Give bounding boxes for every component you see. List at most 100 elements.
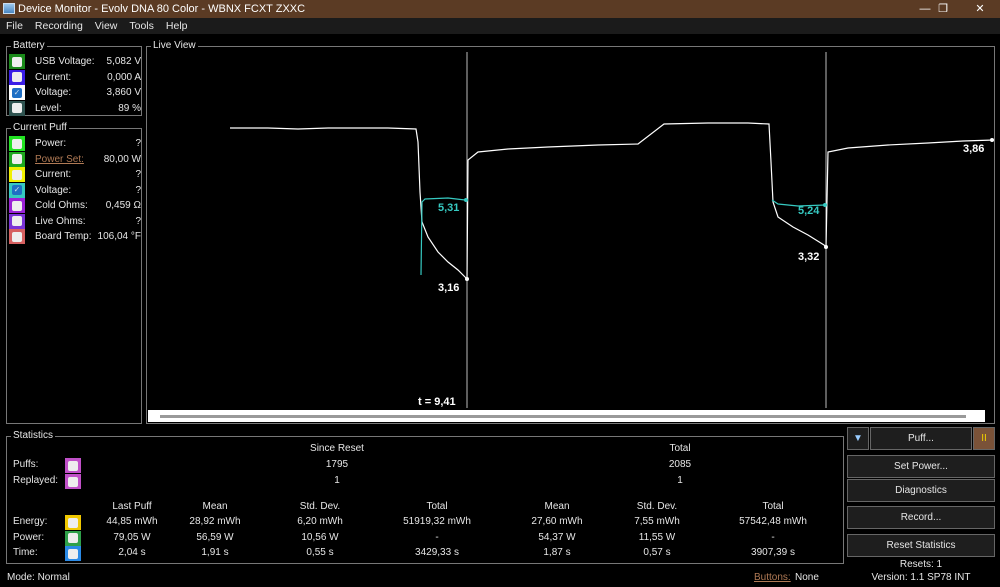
menu-tools[interactable]: Tools (123, 18, 160, 34)
replayed-color-swatch (65, 474, 81, 489)
stat-value: 3429,33 s (415, 547, 459, 558)
row-voltage: ✓ Voltage: 3,860 V (9, 85, 141, 100)
stat-value: 57542,48 mWh (739, 516, 807, 527)
row-power: Power:? (9, 136, 141, 151)
series-checkbox[interactable]: ✓ (12, 185, 22, 195)
row-level: Level: 89 % (9, 100, 141, 116)
row-label: Level: (35, 102, 62, 114)
since-reset-header: Since Reset (310, 443, 364, 454)
pin-icon: ▼ (853, 433, 863, 444)
stat-value: - (771, 531, 775, 543)
puff-voltage-label-2: 5,24 (798, 205, 820, 217)
stat-checkbox[interactable] (68, 548, 78, 559)
record-button[interactable]: Record... (847, 506, 995, 529)
puffs-color-swatch (65, 458, 81, 473)
column-header: Mean (544, 501, 570, 512)
stat-color-swatch (65, 546, 81, 561)
voltage-current-label: 3,86 (963, 143, 985, 155)
set-power-button[interactable]: Set Power... (847, 455, 995, 478)
stat-row-label: Energy: (13, 516, 48, 527)
title-bar: Device Monitor - Evolv DNA 80 Color - WB… (0, 0, 1000, 18)
replayed-since-reset: 1 (334, 475, 340, 486)
row-value: ? (135, 138, 141, 149)
series-checkbox[interactable]: ✓ (12, 87, 22, 98)
stat-color-swatch (65, 515, 81, 530)
series-checkbox[interactable] (12, 72, 22, 82)
voltage-min-label: 3,16 (438, 282, 460, 294)
series-color-swatch (9, 198, 25, 213)
stat-value: 0,57 s (643, 547, 671, 558)
reset-statistics-button[interactable]: Reset Statistics (847, 534, 995, 557)
row-label: Current: (35, 169, 72, 180)
stat-value: 28,92 mWh (189, 516, 241, 527)
close-button[interactable]: ✕ (965, 0, 995, 18)
row-label: Board Temp: (35, 231, 92, 242)
row-value: 0,000 A (107, 71, 141, 83)
resets-count: Resets: 1 (899, 559, 943, 570)
horizontal-scrollbar[interactable] (148, 410, 985, 422)
series-checkbox[interactable] (12, 216, 22, 226)
series-checkbox[interactable] (12, 231, 22, 242)
puffs-since-reset: 1795 (325, 459, 349, 470)
row-label: USB Voltage: (35, 56, 95, 67)
series-checkbox[interactable] (12, 169, 22, 180)
series-color-swatch: ✓ (9, 85, 25, 100)
row-label: Cold Ohms: (35, 200, 88, 211)
pin-button[interactable]: ▼ (847, 427, 869, 450)
menu-view[interactable]: View (89, 18, 124, 34)
row-label: Live Ohms: (35, 215, 86, 227)
pause-button[interactable]: II (973, 427, 995, 450)
statistics-label: Statistics (11, 430, 56, 441)
puffs-label: Puffs: (13, 459, 39, 470)
mode-status: Mode: Normal (7, 572, 70, 583)
puffs-checkbox[interactable] (68, 460, 78, 471)
cursor-time-label: t = 9,41 (418, 396, 456, 408)
replayed-checkbox[interactable] (68, 476, 78, 487)
replayed-total: 1 (677, 475, 683, 486)
stat-checkbox[interactable] (68, 533, 78, 543)
row-label: Voltage: (35, 184, 72, 196)
series-checkbox[interactable] (12, 56, 22, 67)
live-view-plot[interactable]: 5,31 3,16 5,24 3,32 3,86 t = 9,41 (148, 52, 994, 408)
row-voltage: ✓ Voltage:? (9, 182, 141, 198)
puff-voltage-label: 5,31 (438, 202, 460, 214)
puffs-total: 2085 (668, 459, 692, 470)
current-puff-label: Current Puff (11, 122, 69, 133)
buttons-link[interactable]: Buttons: (754, 572, 791, 583)
menu-recording[interactable]: Recording (29, 18, 89, 34)
menu-file[interactable]: File (0, 18, 29, 34)
version-label: Version: 1.1 SP78 INT (871, 572, 971, 583)
series-color-swatch (9, 151, 25, 167)
puff-button[interactable]: Puff... (870, 427, 972, 450)
row-current: Current: 0,000 A (9, 69, 141, 85)
row-value: ? (135, 215, 141, 227)
row-value: 106,04 °F (97, 231, 141, 242)
buttons-value: None (795, 572, 819, 583)
row-label[interactable]: Power Set: (35, 154, 104, 165)
diagnostics-button[interactable]: Diagnostics (847, 479, 995, 502)
stat-value: 1,91 s (201, 547, 229, 558)
series-checkbox[interactable] (12, 154, 22, 164)
stat-color-swatch (65, 530, 81, 546)
series-color-swatch (9, 136, 25, 151)
total-header: Total (669, 443, 691, 454)
series-checkbox[interactable] (12, 200, 22, 211)
row-board-temp: Board Temp: 106,04 °F (9, 229, 141, 244)
row-usb-voltage: USB Voltage: 5,082 V (9, 54, 141, 69)
stat-checkbox[interactable] (68, 517, 78, 528)
row-value: ? (135, 184, 141, 196)
menu-help[interactable]: Help (160, 18, 194, 34)
stat-value: - (435, 531, 439, 543)
menu-bar: File Recording View Tools Help (0, 18, 1000, 34)
stat-row-label: Time: (13, 547, 38, 558)
stat-value: 11,55 W (638, 531, 676, 543)
series-color-swatch: ✓ (9, 182, 25, 198)
row-label: Voltage: (35, 87, 72, 98)
scrollbar-thumb[interactable] (160, 415, 966, 418)
live-view-label: Live View (151, 40, 198, 51)
series-color-swatch (9, 229, 25, 244)
series-checkbox[interactable] (12, 138, 22, 149)
maximize-button[interactable]: ❐ (928, 0, 958, 18)
row-value: 89 % (118, 102, 141, 114)
series-checkbox[interactable] (12, 103, 22, 113)
